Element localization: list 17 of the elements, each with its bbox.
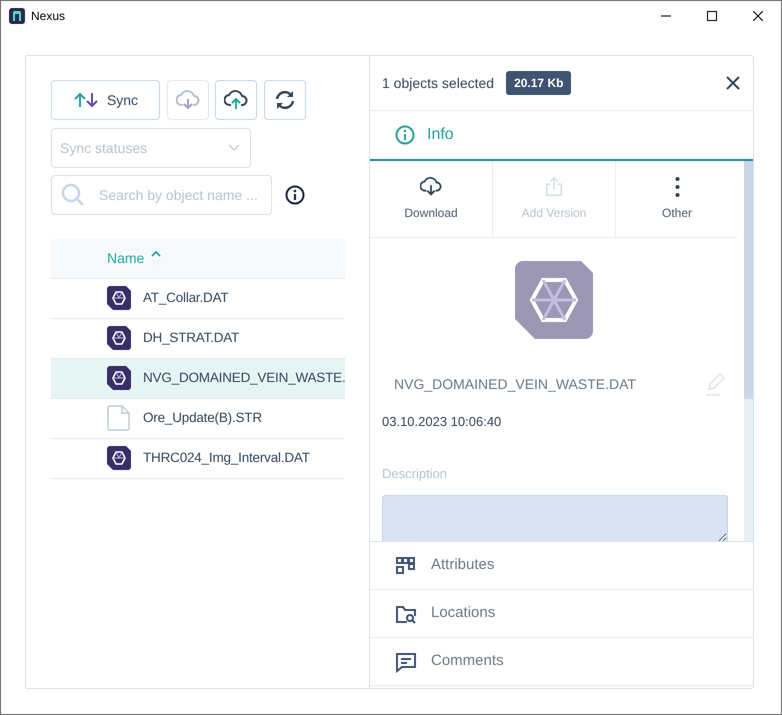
section-item[interactable]: Comments (370, 638, 753, 686)
modified-date: 03.10.2023 10:06:40 (382, 413, 502, 431)
section-item[interactable]: Attributes (370, 542, 753, 590)
action-button[interactable]: Download (370, 161, 493, 237)
file-row[interactable]: Ore_Update(B).STR (51, 398, 345, 438)
action-button[interactable]: Other (616, 161, 738, 237)
description-label: Description (382, 464, 448, 483)
sync-button[interactable]: Sync (51, 80, 160, 120)
file-name: NVG_DOMAINED_VEIN_WASTE.DAT (394, 374, 636, 394)
window-title: Nexus (31, 8, 66, 25)
file-row[interactable]: AT_Collar.DAT (51, 278, 345, 318)
section-item[interactable]: Locations (370, 590, 753, 638)
file-row[interactable]: NVG_DOMAINED_VEIN_WASTE. (51, 358, 345, 398)
file-row[interactable]: THRC024_Img_Interval.DAT (51, 438, 345, 478)
size-badge: 20.17 Kb (506, 71, 572, 95)
search-field[interactable]: Search by object name ... (51, 174, 272, 214)
selection-count: 1 objects selected (382, 74, 494, 93)
